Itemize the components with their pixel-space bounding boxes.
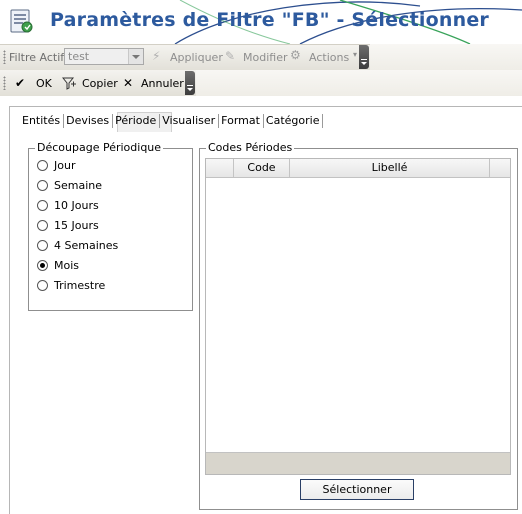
radio-button-selected[interactable] bbox=[37, 260, 48, 271]
edit-filter-icon: ✎ bbox=[225, 49, 236, 63]
periodic-split-legend: Découpage Périodique bbox=[35, 141, 164, 154]
column-header-libelle[interactable]: Libellé bbox=[290, 159, 490, 177]
active-filter-value: test bbox=[68, 50, 90, 63]
active-filter-label: Filtre Actif bbox=[9, 51, 65, 64]
tab-bar: Entités Devises Période Visualiser Format Cat… bbox=[20, 114, 324, 130]
apply-label: Appliquer bbox=[170, 51, 223, 64]
gear-icon: ⚙ bbox=[290, 48, 301, 62]
tab-visualiser[interactable]: Visualiser bbox=[160, 114, 220, 128]
chevron-down-icon[interactable] bbox=[128, 49, 143, 64]
radio-button[interactable] bbox=[37, 280, 48, 291]
title-bar: Paramètres de Filtre "FB" - Sélectionner bbox=[0, 0, 522, 44]
actions-label: Actions bbox=[309, 51, 350, 64]
tab-devises[interactable]: Devises bbox=[64, 114, 114, 128]
radio-button[interactable] bbox=[37, 220, 48, 231]
cancel-label: Annuler bbox=[141, 77, 184, 90]
period-codes-legend: Codes Périodes bbox=[206, 141, 295, 154]
tab-periode[interactable]: Période bbox=[113, 114, 161, 128]
checkmark-icon: ✔ bbox=[15, 76, 26, 90]
radio-label: Mois bbox=[54, 259, 80, 272]
radio-label: 4 Semaines bbox=[54, 239, 119, 252]
radio-label: Trimestre bbox=[54, 279, 106, 292]
radio-label: Jour bbox=[54, 159, 76, 172]
toolbar-grip[interactable] bbox=[3, 50, 6, 64]
modify-label: Modifier bbox=[243, 51, 288, 64]
table-footer bbox=[206, 452, 510, 474]
tab-categorie[interactable]: Catégorie bbox=[264, 114, 324, 128]
copy-filter-icon bbox=[62, 77, 76, 90]
tab-format[interactable]: Format bbox=[219, 114, 264, 128]
radio-label: 10 Jours bbox=[54, 199, 99, 212]
row-selector-header bbox=[206, 159, 234, 177]
radio-label: Semaine bbox=[54, 179, 103, 192]
active-filter-select[interactable]: test bbox=[64, 48, 144, 65]
caret-down-icon: ▾ bbox=[353, 50, 358, 59]
table-header: Code Libellé bbox=[206, 159, 510, 178]
close-icon: ✕ bbox=[123, 76, 134, 90]
copy-label: Copier bbox=[82, 77, 118, 90]
periodic-split-group bbox=[28, 148, 193, 311]
radio-label: 15 Jours bbox=[54, 219, 99, 232]
column-header-code[interactable]: Code bbox=[234, 159, 290, 177]
radio-button[interactable] bbox=[37, 200, 48, 211]
tab-entites[interactable]: Entités bbox=[20, 114, 65, 128]
radio-button[interactable] bbox=[37, 180, 48, 191]
ok-label: OK bbox=[36, 77, 52, 90]
toolbar-overflow-button[interactable] bbox=[359, 45, 369, 69]
toolbar-grip[interactable] bbox=[3, 76, 6, 90]
radio-button[interactable] bbox=[37, 160, 48, 171]
select-button[interactable]: Sélectionner bbox=[300, 479, 414, 500]
period-codes-table[interactable]: Code Libellé bbox=[205, 158, 511, 475]
apply-filter-icon: ⚡ bbox=[152, 49, 161, 63]
toolbar-background bbox=[196, 70, 522, 96]
toolbar-background bbox=[370, 44, 522, 70]
window-title: Paramètres de Filtre "FB" - Sélectionner bbox=[50, 9, 489, 31]
radio-button[interactable] bbox=[37, 240, 48, 251]
toolbar-overflow-button[interactable] bbox=[185, 71, 195, 95]
filter-settings-icon bbox=[10, 9, 33, 33]
